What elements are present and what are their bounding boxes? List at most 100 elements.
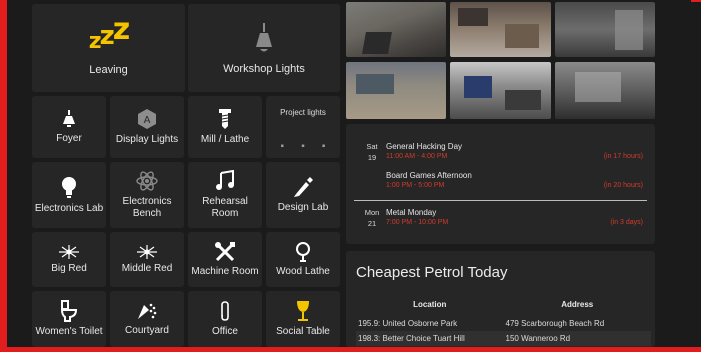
location-cell: 198.3: Better Choice Tuart Hill (356, 331, 504, 346)
design-lab-tile[interactable]: Design Lab (266, 162, 340, 228)
table-row: 195.9: United Osborne Park 479 Scarborou… (356, 316, 651, 331)
camera-feed-1-object (362, 32, 392, 54)
column-header-address: Address (561, 300, 594, 309)
event-date: 19 (367, 153, 377, 162)
desk-lamp-icon (59, 109, 79, 129)
atom-icon (136, 170, 158, 192)
sparkle-light-icon (136, 244, 158, 259)
address-cell: 150 Wanneroo Rd (503, 331, 651, 346)
rehearsal-room-label: Rehearsal Room (202, 196, 248, 219)
calendar-card: Sat General Hacking Day 19 11:00 AM - 4:… (346, 124, 655, 244)
rehearsal-room-tile[interactable]: Rehearsal Room (188, 162, 262, 228)
social-table-label: Social Table (276, 326, 330, 337)
camera-feed-5[interactable] (450, 62, 551, 119)
project-lights-tile[interactable]: Project lights ▪ ▪ ▪ (266, 96, 340, 158)
camera-feed-2-object (505, 24, 539, 48)
camera-feed-6-object (575, 72, 621, 102)
wood-lathe-label: Wood Lathe (276, 265, 330, 277)
lightbulb-icon (59, 175, 79, 199)
project-lights-label: Project lights (280, 108, 326, 117)
machine-room-tile[interactable]: Machine Room (188, 232, 262, 287)
red-frame-bottom (0, 347, 701, 352)
day-divider (354, 200, 647, 201)
location-cell: 195.9: United Osborne Park (358, 319, 458, 328)
leaving-label: Leaving (89, 63, 128, 76)
event-time: 11:00 AM - 4:00 PM (386, 153, 448, 160)
red-frame-left (0, 0, 7, 352)
courtyard-tile[interactable]: Courtyard (110, 291, 184, 347)
screw-icon (215, 108, 235, 130)
social-table-tile[interactable]: Social Table (266, 291, 340, 347)
mill-lathe-tile[interactable]: Mill / Lathe (188, 96, 262, 158)
workshop-lights-tile[interactable]: Workshop Lights (188, 4, 340, 92)
courtyard-label: Courtyard (125, 325, 169, 336)
camera-feed-4-object (356, 74, 394, 94)
event-relative: (in 20 hours) (603, 182, 643, 189)
camera-feed-4[interactable] (346, 62, 446, 119)
womens-toilet-label: Women's Toilet (35, 326, 103, 337)
music-note-icon (214, 170, 236, 192)
dashboard: zzz Leaving Workshop Lights Foyer A Disp… (24, 0, 691, 347)
electronics-bench-label: Electronics Bench (122, 196, 172, 219)
camera-feed-5-object (505, 90, 541, 110)
event-day: Sat (366, 142, 378, 151)
camera-feed-2-object (458, 8, 488, 26)
toilet-icon (59, 300, 79, 322)
mill-lathe-label: Mill / Lathe (200, 134, 250, 145)
electronics-bench-tile[interactable]: Electronics Bench (110, 162, 184, 228)
event-relative: (in 17 hours) (603, 153, 643, 160)
project-light-2-button[interactable]: ▪ (301, 141, 305, 152)
table-row: 198.3: Better Choice Tuart Hill 150 Wann… (356, 331, 651, 346)
ceiling-lamp-icon (247, 21, 281, 55)
display-lights-tile[interactable]: A Display Lights (110, 96, 184, 158)
spray-icon (136, 301, 158, 321)
womens-toilet-tile[interactable]: Women's Toilet (32, 291, 106, 347)
foyer-tile[interactable]: Foyer (32, 96, 106, 158)
sparkle-light-icon (58, 244, 80, 259)
electronics-lab-tile[interactable]: Electronics Lab (32, 162, 106, 228)
event-title: Board Games Afternoon (386, 171, 472, 180)
petrol-table: Location Address 195.9: United Osborne P… (356, 300, 651, 346)
camera-feed-6[interactable] (555, 62, 655, 119)
sleep-zzz-icon: zzz (88, 11, 130, 54)
tree-icon (294, 241, 312, 262)
machine-room-label: Machine Room (191, 265, 259, 277)
pen-icon (292, 176, 314, 198)
middle-red-tile[interactable]: Middle Red (110, 232, 184, 287)
display-lights-label: Display Lights (115, 134, 179, 145)
project-light-1-button[interactable]: ▪ (281, 141, 285, 152)
camera-feed-3-object (615, 10, 643, 50)
display-logo-icon: A (136, 108, 158, 130)
svg-text:A: A (144, 115, 151, 126)
camera-feed-5-object (464, 76, 492, 98)
event-date: 21 (367, 219, 377, 228)
middle-red-label: Middle Red (121, 262, 173, 274)
camera-feed-1[interactable] (346, 2, 446, 57)
tools-icon (214, 241, 236, 262)
wood-lathe-tile[interactable]: Wood Lathe (266, 232, 340, 287)
event-title: Metal Monday (386, 208, 437, 217)
paperclip-icon (218, 300, 232, 322)
design-lab-label: Design Lab (277, 202, 329, 213)
event-relative: (in 3 days) (610, 219, 643, 226)
petrol-title: Cheapest Petrol Today (356, 264, 508, 281)
big-red-tile[interactable]: Big Red (32, 232, 106, 287)
wine-glass-icon (295, 300, 311, 322)
petrol-card: Cheapest Petrol Today Location Address 1… (346, 251, 655, 347)
camera-feed-3[interactable] (555, 2, 655, 57)
event-title: General Hacking Day (386, 142, 463, 151)
big-red-label: Big Red (51, 262, 87, 274)
electronics-lab-label: Electronics Lab (34, 203, 104, 214)
project-light-3-button[interactable]: ▪ (322, 141, 326, 152)
camera-feed-2[interactable] (450, 2, 551, 57)
office-label: Office (212, 326, 238, 337)
event-time: 1:00 PM - 5:00 PM (386, 182, 445, 189)
foyer-label: Foyer (56, 133, 82, 144)
column-header-location: Location (413, 300, 447, 309)
workshop-lights-label: Workshop Lights (223, 63, 305, 75)
event-day: Mon (364, 208, 380, 217)
leaving-tile[interactable]: zzz Leaving (32, 4, 185, 92)
office-tile[interactable]: Office (188, 291, 262, 347)
address-cell: 479 Scarborough Beach Rd (505, 319, 605, 328)
event-time: 7:00 PM - 10:00 PM (386, 219, 449, 226)
